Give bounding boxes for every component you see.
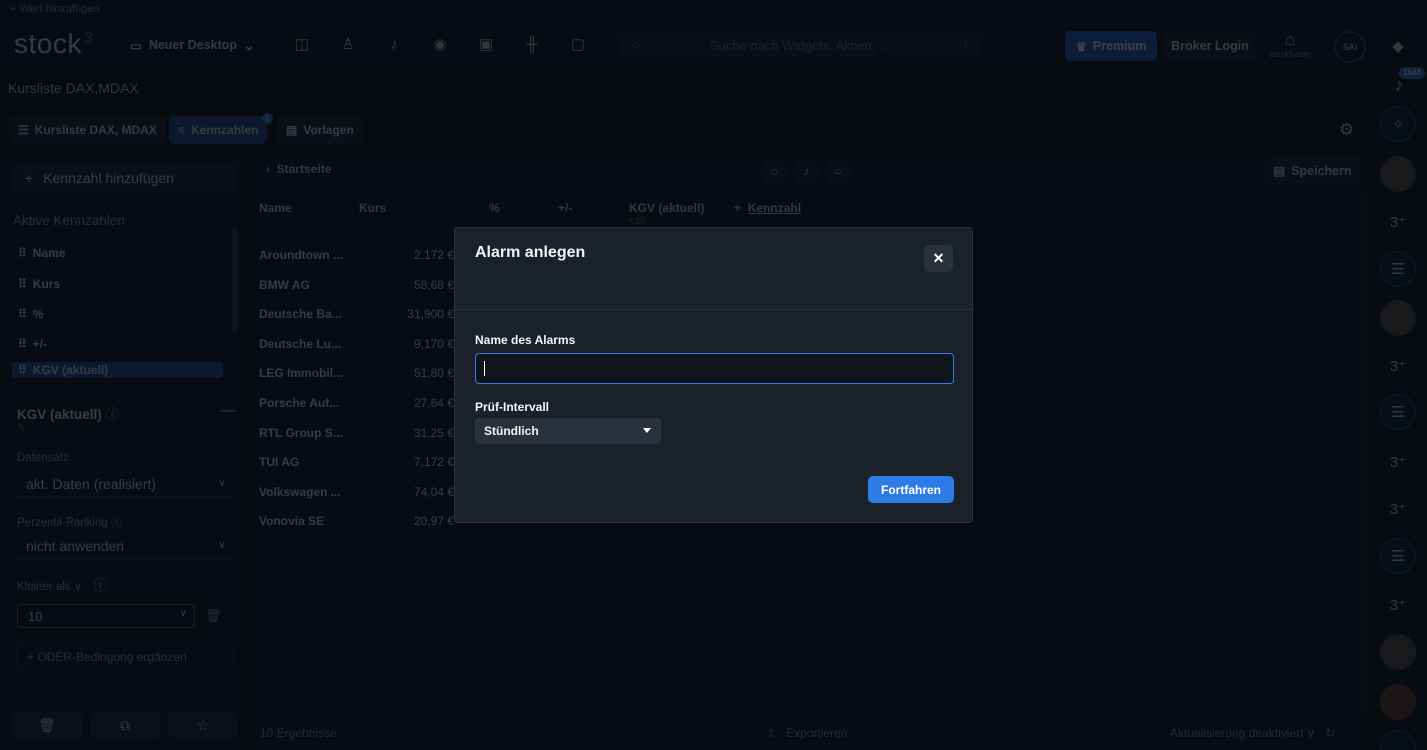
alarm-name-input[interactable] xyxy=(475,353,954,384)
create-alarm-dialog: Alarm anlegen ✕ Name des Alarms Prüf-Int… xyxy=(454,227,973,523)
dropdown-arrow-icon xyxy=(643,428,651,433)
interval-label: Prüf-Intervall xyxy=(475,400,550,414)
interval-select[interactable]: Stündlich xyxy=(475,418,661,444)
text-caret xyxy=(484,361,485,376)
close-button[interactable]: ✕ xyxy=(924,245,953,272)
alarm-name-label: Name des Alarms xyxy=(475,333,576,347)
interval-value: Stündlich xyxy=(484,424,539,438)
continue-button[interactable]: Fortfahren xyxy=(868,476,954,503)
close-icon: ✕ xyxy=(932,250,945,266)
dialog-divider xyxy=(455,309,972,310)
dialog-title: Alarm anlegen xyxy=(475,244,586,261)
